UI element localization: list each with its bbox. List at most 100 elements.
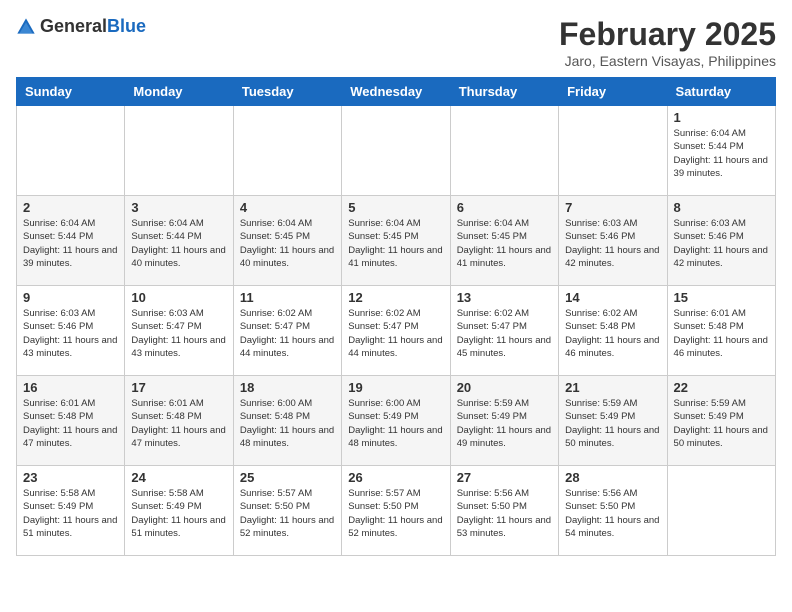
calendar-cell: 7Sunrise: 6:03 AM Sunset: 5:46 PM Daylig…	[559, 196, 667, 286]
calendar-cell: 11 Sunrise: 6:02 AM Sunset: 5:47 PM Dayli…	[233, 286, 341, 376]
calendar-cell: 21 Sunrise: 5:59 AM Sunset: 5:49 PM Dayli…	[559, 376, 667, 466]
weekday-header-sunday: Sunday	[17, 78, 125, 106]
day-info: Sunrise: 6:04 AM Sunset: 5:45 PM Dayligh…	[348, 217, 443, 270]
week-row-3: 9 Sunrise: 6:03 AM Sunset: 5:46 PM Daylig…	[17, 286, 776, 376]
calendar-cell: 9 Sunrise: 6:03 AM Sunset: 5:46 PM Daylig…	[17, 286, 125, 376]
day-info: Sunrise: 6:03 AM Sunset: 5:47 PM Dayligh…	[131, 307, 226, 360]
day-number: 3	[131, 200, 226, 215]
day-info: Sunrise: 5:57 AM Sunset: 5:50 PM Dayligh…	[240, 487, 335, 540]
calendar-cell	[450, 106, 558, 196]
calendar-cell	[125, 106, 233, 196]
calendar-cell: 24 Sunrise: 5:58 AM Sunset: 5:49 PM Dayli…	[125, 466, 233, 556]
day-info: Sunrise: 6:04 AM Sunset: 5:44 PM Dayligh…	[674, 127, 769, 180]
day-number: 4	[240, 200, 335, 215]
week-row-5: 23 Sunrise: 5:58 AM Sunset: 5:49 PM Dayli…	[17, 466, 776, 556]
calendar-cell	[342, 106, 450, 196]
calendar-cell: 10 Sunrise: 6:03 AM Sunset: 5:47 PM Dayli…	[125, 286, 233, 376]
calendar-cell: 14Sunrise: 6:02 AM Sunset: 5:48 PM Dayli…	[559, 286, 667, 376]
day-number: 12	[348, 290, 443, 305]
day-number: 23	[23, 470, 118, 485]
day-info: Sunrise: 6:00 AM Sunset: 5:49 PM Dayligh…	[348, 397, 443, 450]
day-number: 18	[240, 380, 335, 395]
calendar-cell: 19 Sunrise: 6:00 AM Sunset: 5:49 PM Dayli…	[342, 376, 450, 466]
day-info: Sunrise: 6:04 AM Sunset: 5:45 PM Dayligh…	[457, 217, 552, 270]
calendar-cell	[233, 106, 341, 196]
logo: GeneralBlue	[16, 16, 146, 37]
location-title: Jaro, Eastern Visayas, Philippines	[559, 53, 776, 69]
weekday-header-wednesday: Wednesday	[342, 78, 450, 106]
calendar-table: SundayMondayTuesdayWednesdayThursdayFrid…	[16, 77, 776, 556]
day-number: 6	[457, 200, 552, 215]
day-number: 25	[240, 470, 335, 485]
day-number: 9	[23, 290, 118, 305]
day-number: 15	[674, 290, 769, 305]
day-info: Sunrise: 5:58 AM Sunset: 5:49 PM Dayligh…	[131, 487, 226, 540]
calendar-cell: 4 Sunrise: 6:04 AM Sunset: 5:45 PM Daylig…	[233, 196, 341, 286]
day-number: 1	[674, 110, 769, 125]
logo-general: General	[40, 16, 107, 36]
day-info: Sunrise: 6:03 AM Sunset: 5:46 PM Dayligh…	[565, 217, 660, 270]
day-number: 16	[23, 380, 118, 395]
day-info: Sunrise: 5:57 AM Sunset: 5:50 PM Dayligh…	[348, 487, 443, 540]
calendar-cell	[17, 106, 125, 196]
day-number: 17	[131, 380, 226, 395]
weekday-header-row: SundayMondayTuesdayWednesdayThursdayFrid…	[17, 78, 776, 106]
calendar-cell: 26 Sunrise: 5:57 AM Sunset: 5:50 PM Dayli…	[342, 466, 450, 556]
week-row-2: 2 Sunrise: 6:04 AM Sunset: 5:44 PM Daylig…	[17, 196, 776, 286]
day-number: 13	[457, 290, 552, 305]
day-number: 28	[565, 470, 660, 485]
calendar-cell: 17 Sunrise: 6:01 AM Sunset: 5:48 PM Dayli…	[125, 376, 233, 466]
day-number: 8	[674, 200, 769, 215]
day-info: Sunrise: 6:02 AM Sunset: 5:47 PM Dayligh…	[348, 307, 443, 360]
calendar-cell	[559, 106, 667, 196]
day-info: Sunrise: 6:01 AM Sunset: 5:48 PM Dayligh…	[674, 307, 769, 360]
day-number: 21	[565, 380, 660, 395]
calendar-cell: 2 Sunrise: 6:04 AM Sunset: 5:44 PM Daylig…	[17, 196, 125, 286]
calendar-cell: 28 Sunrise: 5:56 AM Sunset: 5:50 PM Dayli…	[559, 466, 667, 556]
day-number: 26	[348, 470, 443, 485]
day-number: 2	[23, 200, 118, 215]
header: GeneralBlue February 2025 Jaro, Eastern …	[16, 16, 776, 69]
calendar-cell: 13 Sunrise: 6:02 AM Sunset: 5:47 PM Dayli…	[450, 286, 558, 376]
weekday-header-monday: Monday	[125, 78, 233, 106]
day-info: Sunrise: 6:00 AM Sunset: 5:48 PM Dayligh…	[240, 397, 335, 450]
day-info: Sunrise: 5:59 AM Sunset: 5:49 PM Dayligh…	[457, 397, 552, 450]
day-info: Sunrise: 6:02 AM Sunset: 5:48 PM Dayligh…	[565, 307, 660, 360]
day-number: 5	[348, 200, 443, 215]
calendar-cell	[667, 466, 775, 556]
calendar-cell: 22 Sunrise: 5:59 AM Sunset: 5:49 PM Dayli…	[667, 376, 775, 466]
day-info: Sunrise: 5:59 AM Sunset: 5:49 PM Dayligh…	[674, 397, 769, 450]
calendar-cell: 20Sunrise: 5:59 AM Sunset: 5:49 PM Dayli…	[450, 376, 558, 466]
day-number: 10	[131, 290, 226, 305]
day-info: Sunrise: 6:04 AM Sunset: 5:45 PM Dayligh…	[240, 217, 335, 270]
day-number: 11	[240, 290, 335, 305]
day-info: Sunrise: 5:59 AM Sunset: 5:49 PM Dayligh…	[565, 397, 660, 450]
calendar-cell: 15 Sunrise: 6:01 AM Sunset: 5:48 PM Dayli…	[667, 286, 775, 376]
day-number: 24	[131, 470, 226, 485]
day-info: Sunrise: 5:58 AM Sunset: 5:49 PM Dayligh…	[23, 487, 118, 540]
day-info: Sunrise: 6:02 AM Sunset: 5:47 PM Dayligh…	[240, 307, 335, 360]
calendar-cell: 8Sunrise: 6:03 AM Sunset: 5:46 PM Daylig…	[667, 196, 775, 286]
calendar-cell: 1 Sunrise: 6:04 AM Sunset: 5:44 PM Daylig…	[667, 106, 775, 196]
day-info: Sunrise: 6:04 AM Sunset: 5:44 PM Dayligh…	[23, 217, 118, 270]
weekday-header-tuesday: Tuesday	[233, 78, 341, 106]
day-number: 19	[348, 380, 443, 395]
calendar-cell: 23 Sunrise: 5:58 AM Sunset: 5:49 PM Dayli…	[17, 466, 125, 556]
calendar-cell: 25 Sunrise: 5:57 AM Sunset: 5:50 PM Dayli…	[233, 466, 341, 556]
calendar-cell: 12 Sunrise: 6:02 AM Sunset: 5:47 PM Dayli…	[342, 286, 450, 376]
week-row-4: 16 Sunrise: 6:01 AM Sunset: 5:48 PM Dayli…	[17, 376, 776, 466]
day-info: Sunrise: 5:56 AM Sunset: 5:50 PM Dayligh…	[457, 487, 552, 540]
day-number: 22	[674, 380, 769, 395]
day-info: Sunrise: 6:04 AM Sunset: 5:44 PM Dayligh…	[131, 217, 226, 270]
day-number: 27	[457, 470, 552, 485]
weekday-header-friday: Friday	[559, 78, 667, 106]
day-info: Sunrise: 5:56 AM Sunset: 5:50 PM Dayligh…	[565, 487, 660, 540]
day-info: Sunrise: 6:01 AM Sunset: 5:48 PM Dayligh…	[23, 397, 118, 450]
logo-blue: Blue	[107, 16, 146, 36]
day-info: Sunrise: 6:03 AM Sunset: 5:46 PM Dayligh…	[23, 307, 118, 360]
day-info: Sunrise: 6:01 AM Sunset: 5:48 PM Dayligh…	[131, 397, 226, 450]
day-info: Sunrise: 6:02 AM Sunset: 5:47 PM Dayligh…	[457, 307, 552, 360]
weekday-header-saturday: Saturday	[667, 78, 775, 106]
calendar-cell: 6 Sunrise: 6:04 AM Sunset: 5:45 PM Daylig…	[450, 196, 558, 286]
week-row-1: 1 Sunrise: 6:04 AM Sunset: 5:44 PM Daylig…	[17, 106, 776, 196]
